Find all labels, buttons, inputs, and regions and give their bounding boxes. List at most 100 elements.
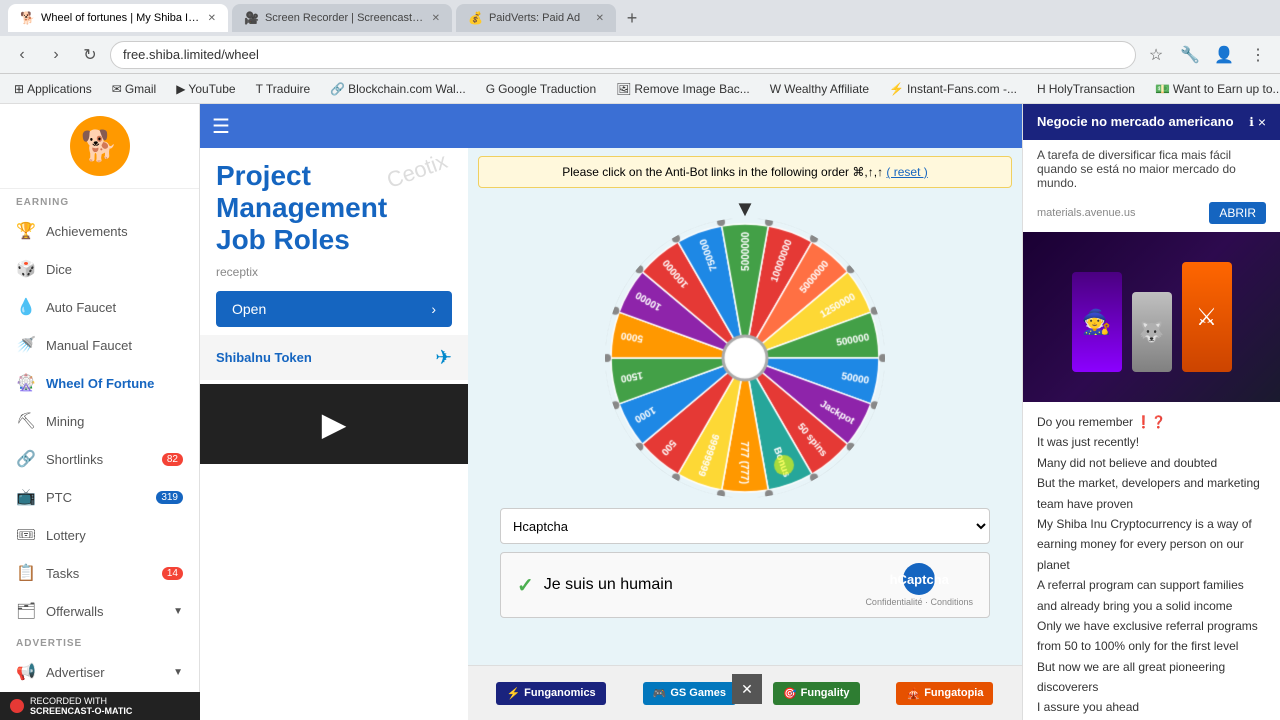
abrir-button[interactable]: ABRIR bbox=[1209, 202, 1266, 224]
open-button[interactable]: Open › bbox=[216, 291, 452, 327]
antibot-symbols: ⌘,↑,↑ bbox=[852, 165, 886, 179]
gs-icon: 🎮 bbox=[653, 687, 667, 700]
page-content: ☰ ProjectManagementJob Roles Ceotix rece… bbox=[200, 104, 1280, 720]
menu-button[interactable]: ⋮ bbox=[1244, 41, 1272, 69]
open-button-row: Open › bbox=[200, 291, 468, 335]
tab-1-favicon: 🐕 bbox=[20, 11, 35, 25]
shortlinks-label: Shortlinks bbox=[46, 452, 103, 467]
hcaptcha-sub: Confidentialité · Conditions bbox=[865, 597, 973, 607]
tasks-icon: 📋 bbox=[16, 563, 36, 583]
character-1: 🧙 bbox=[1072, 272, 1122, 372]
antibot-reset[interactable]: ( reset ) bbox=[886, 165, 927, 179]
tab-2[interactable]: 🎥 Screen Recorder | Screencast-O... ✕ bbox=[232, 4, 452, 32]
ad-image-content: 🧙 🐺 ⚔ bbox=[1062, 252, 1242, 382]
dice-label: Dice bbox=[46, 262, 72, 277]
sidebar-item-lottery[interactable]: 🎟 Lottery bbox=[0, 516, 199, 554]
advertiser-label: Advertiser bbox=[46, 665, 105, 680]
wheel-icon: 🎡 bbox=[16, 373, 36, 393]
ad-fungality[interactable]: 🎯Fungality bbox=[773, 682, 860, 705]
ptc-label: PTC bbox=[46, 490, 72, 505]
manual-faucet-label: Manual Faucet bbox=[46, 338, 132, 353]
open-label: Open bbox=[232, 301, 266, 317]
bookmark-gmail[interactable]: ✉ Gmail bbox=[106, 80, 162, 98]
sidebar-item-offerwalls[interactable]: 🗂 Offerwalls ▼ bbox=[0, 592, 199, 630]
new-tab-button[interactable]: + bbox=[620, 6, 644, 30]
ad-info-button[interactable]: ℹ bbox=[1249, 114, 1254, 130]
sidebar-item-auto-faucet[interactable]: 💧 Auto Faucet bbox=[0, 288, 199, 326]
shibalnu-row[interactable]: Shibalnu Token ✈ bbox=[200, 335, 468, 380]
extensions-button[interactable]: 🔧 bbox=[1176, 41, 1204, 69]
captcha-select[interactable]: Hcaptcha bbox=[500, 508, 990, 544]
bookmark-remove-bg[interactable]: 🖼 Remove Image Bac... bbox=[610, 80, 756, 98]
sidebar-item-achievements[interactable]: 🏆 Achievements bbox=[0, 212, 199, 250]
ad-image: 🧙 🐺 ⚔ bbox=[1023, 232, 1280, 402]
url-bar[interactable]: free.shiba.limited/wheel bbox=[110, 41, 1136, 69]
offerwalls-chevron: ▼ bbox=[173, 606, 183, 617]
ad-gs-games[interactable]: 🎮GS Games bbox=[643, 682, 736, 705]
ad-body-text: Do you remember ❗❓ It was just recently!… bbox=[1023, 402, 1280, 720]
offerwalls-label: Offerwalls bbox=[46, 604, 104, 619]
ad-url-row: materials.avenue.us ABRIR bbox=[1023, 198, 1280, 232]
ad-close-x-icon: ✕ bbox=[741, 681, 753, 698]
character-3: ⚔ bbox=[1182, 262, 1232, 372]
forward-button[interactable]: › bbox=[42, 41, 70, 69]
bookmark-google-translate[interactable]: G Google Traduction bbox=[480, 80, 602, 98]
sidebar-item-shortlinks[interactable]: 🔗 Shortlinks 82 bbox=[0, 440, 199, 478]
reload-button[interactable]: ↻ bbox=[76, 41, 104, 69]
ptc-badge: 319 bbox=[156, 491, 183, 504]
tab-2-close[interactable]: ✕ bbox=[432, 13, 440, 24]
tab-bar: 🐕 Wheel of fortunes | My Shiba Inu... ✕ … bbox=[0, 0, 1280, 36]
telegram-icon: ✈ bbox=[435, 345, 452, 370]
bookmark-earn[interactable]: 💵 Want to Earn up to... bbox=[1149, 80, 1280, 98]
shiba-logo-icon: 🐕 bbox=[70, 116, 130, 176]
bookmark-youtube[interactable]: ▶ YouTube bbox=[170, 80, 241, 98]
mining-label: Mining bbox=[46, 414, 84, 429]
shibalnu-label: Shibalnu Token bbox=[216, 350, 312, 365]
bookmark-holy[interactable]: H HolyTransaction bbox=[1031, 80, 1141, 98]
tab-1[interactable]: 🐕 Wheel of fortunes | My Shiba Inu... ✕ bbox=[8, 4, 228, 32]
bookmark-traduire[interactable]: T Traduire bbox=[250, 80, 317, 98]
promo-title: ProjectManagementJob Roles bbox=[216, 160, 452, 257]
profile-button[interactable]: 👤 bbox=[1210, 41, 1238, 69]
receptix-link[interactable]: receptix bbox=[216, 265, 452, 279]
play-icon[interactable]: ▶ bbox=[322, 405, 347, 443]
ad-fungatopia[interactable]: 🎪Fungatopia bbox=[896, 682, 993, 705]
back-button[interactable]: ‹ bbox=[8, 41, 36, 69]
bookmark-button[interactable]: ☆ bbox=[1142, 41, 1170, 69]
tab-2-favicon: 🎥 bbox=[244, 11, 259, 25]
sidebar-item-mining[interactable]: ⛏ Mining bbox=[0, 402, 199, 440]
ad-subtitle: A tarefa de diversificar fica mais fácil… bbox=[1023, 140, 1280, 198]
sidebar-item-manual-faucet[interactable]: 🚿 Manual Faucet bbox=[0, 326, 199, 364]
sidebar-earning-section: EARNING bbox=[0, 189, 199, 212]
sidebar-item-ptc[interactable]: 📺 PTC 319 bbox=[0, 478, 199, 516]
bookmark-blockchain[interactable]: 🔗 Blockchain.com Wal... bbox=[324, 80, 472, 98]
ad-panel: Negocie no mercado americano ℹ × A taref… bbox=[1022, 104, 1280, 720]
tab-3-close[interactable]: ✕ bbox=[596, 13, 604, 24]
wheel-canvas[interactable] bbox=[605, 218, 885, 498]
tab-3-favicon: 💰 bbox=[468, 11, 483, 25]
sidebar-logo: 🐕 bbox=[0, 104, 199, 189]
bookmark-instant-fans[interactable]: ⚡ Instant-Fans.com -... bbox=[883, 80, 1023, 98]
hcaptcha-branding: hCaptcha Confidentialité · Conditions bbox=[865, 563, 973, 607]
antibot-text: Please click on the Anti-Bot links in th… bbox=[562, 165, 849, 179]
tab-1-close[interactable]: ✕ bbox=[208, 13, 216, 24]
ad-panel-header: Negocie no mercado americano ℹ × bbox=[1023, 104, 1280, 140]
bookmark-applications[interactable]: ⊞ Applications bbox=[8, 80, 98, 98]
achievements-icon: 🏆 bbox=[16, 221, 36, 241]
auto-faucet-label: Auto Faucet bbox=[46, 300, 116, 315]
sidebar-item-tasks[interactable]: 📋 Tasks 14 bbox=[0, 554, 199, 592]
hamburger-menu[interactable]: ☰ bbox=[212, 114, 230, 139]
screencast-dot bbox=[10, 699, 24, 713]
sidebar-item-dice[interactable]: 🎲 Dice bbox=[0, 250, 199, 288]
sidebar-item-advertiser[interactable]: 📢 Advertiser ▼ bbox=[0, 653, 199, 691]
advertiser-chevron: ▼ bbox=[173, 667, 183, 678]
ad-close-x[interactable]: ✕ bbox=[732, 674, 762, 704]
auto-faucet-icon: 💧 bbox=[16, 297, 36, 317]
bookmark-wealthy[interactable]: W Wealthy Affiliate bbox=[764, 80, 875, 98]
character-2: 🐺 bbox=[1132, 292, 1172, 372]
ad-close-button[interactable]: × bbox=[1258, 114, 1266, 130]
sidebar-item-wheel[interactable]: 🎡 Wheel Of Fortune bbox=[0, 364, 199, 402]
sidebar-advertise-section: ADVERTISE bbox=[0, 630, 199, 653]
tab-3[interactable]: 💰 PaidVerts: Paid Ad ✕ bbox=[456, 4, 616, 32]
ad-funganomics[interactable]: ⚡Funganomics bbox=[496, 682, 605, 705]
